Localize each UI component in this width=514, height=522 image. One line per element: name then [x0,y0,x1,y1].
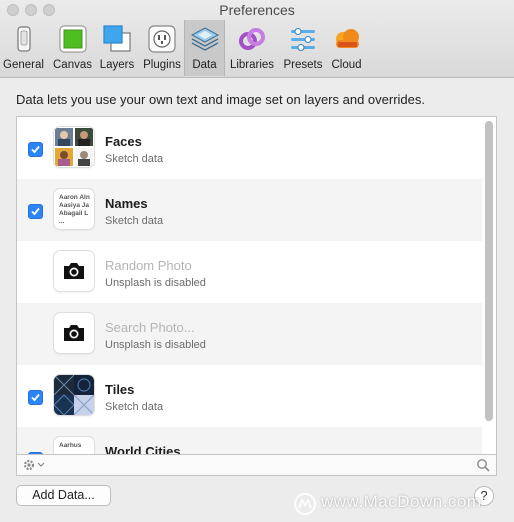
tab-cloud[interactable]: Cloud [328,20,365,76]
world-cities-preview-line: Aarhus [59,442,82,449]
tab-presets-label: Presets [283,59,323,71]
presets-icon [291,28,315,51]
names-name: Names [105,196,148,211]
tiles-checkbox[interactable] [28,390,43,405]
tab-data-label: Data [192,59,217,71]
search-icon [477,459,490,472]
list-item[interactable]: Faces Sketch data [17,117,482,179]
list-item[interactable]: Aarhus World Cities [17,427,482,454]
gear-menu-button[interactable] [20,457,50,473]
search-photo-thumbnail [54,313,94,353]
tab-layers-label: Layers [99,59,135,71]
checkmark-icon [31,393,40,402]
tiles-name: Tiles [105,382,135,397]
tab-canvas[interactable]: Canvas [50,20,95,76]
faces-subtitle: Sketch data [105,153,164,165]
window-title: Preferences [219,2,295,18]
tiles-subtitle: Sketch data [105,401,164,413]
add-data-button[interactable]: Add Data... [16,485,111,506]
camera-icon [64,263,84,279]
data-list[interactable]: Faces Sketch data Aaron Aln Aasiya Ja Ab… [16,116,497,455]
list-item[interactable]: Search Photo... Unsplash is disabled [17,303,482,365]
window-titlebar: Preferences General Canvas Layers Plugin… [0,0,514,78]
names-preview-line: Aaron Aln [59,194,90,201]
gear-icon [23,459,45,471]
tiles-thumbnail [54,375,94,415]
tab-cloud-label: Cloud [331,59,362,71]
canvas-icon [59,25,86,53]
list-item[interactable]: Random Photo Unsplash is disabled [17,241,482,303]
libraries-icon [239,28,265,50]
names-preview-line: Abagail L [59,210,89,217]
checkmark-icon [31,145,40,154]
watermark-logo-icon [294,493,316,515]
list-scrollbar[interactable] [485,121,493,421]
list-footer [16,454,497,476]
random-photo-subtitle: Unsplash is disabled [105,277,206,289]
data-description: Data lets you use your own text and imag… [16,92,425,107]
names-subtitle: Sketch data [105,215,164,227]
tab-libraries-label: Libraries [229,59,275,71]
checkmark-icon [31,207,40,216]
faces-name: Faces [105,134,142,149]
plugins-icon [148,25,176,53]
faces-thumbnail [54,127,94,167]
tab-data[interactable]: Data [184,20,225,76]
search-button[interactable] [476,458,490,472]
tab-plugins-label: Plugins [143,59,181,71]
names-checkbox[interactable] [28,204,43,219]
random-photo-name: Random Photo [105,258,192,273]
general-icon [16,26,31,52]
watermark-text: www.MacDown.com [321,492,482,511]
world-cities-thumbnail: Aarhus [54,437,94,454]
tab-layers[interactable]: Layers [97,20,137,76]
random-photo-thumbnail [54,251,94,291]
names-preview-line: Aasiya Ja [59,202,89,209]
faces-checkbox[interactable] [28,142,43,157]
search-photo-name: Search Photo... [105,320,195,335]
camera-icon [64,325,84,341]
tab-libraries[interactable]: Libraries [227,20,277,76]
cloud-icon [335,29,359,48]
tab-canvas-label: Canvas [53,59,92,71]
tab-plugins[interactable]: Plugins [140,20,184,76]
tab-presets[interactable]: Presets [281,20,325,76]
list-item[interactable]: Aaron Aln Aasiya Ja Abagail L ... Names … [17,179,482,241]
names-preview-line: ... [59,218,65,225]
data-icon [190,27,219,51]
tab-general-label: General [3,59,44,71]
layers-icon [103,25,131,52]
names-thumbnail: Aaron Aln Aasiya Ja Abagail L ... [54,189,94,229]
tab-general[interactable]: General [0,20,47,76]
search-photo-subtitle: Unsplash is disabled [105,339,206,351]
list-item[interactable]: Tiles Sketch data [17,365,482,427]
